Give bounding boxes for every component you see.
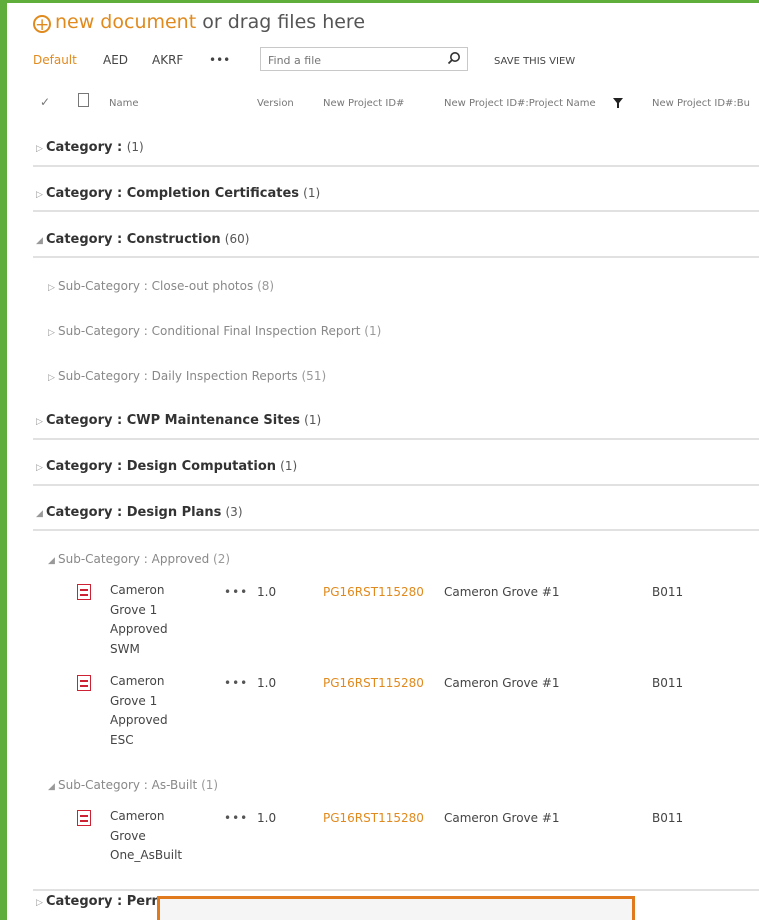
- collapse-icon[interactable]: ◢: [36, 236, 46, 246]
- project-name: Cameron Grove #1: [444, 811, 560, 825]
- divider: [33, 210, 759, 212]
- project-id-link[interactable]: PG16RST115280: [323, 585, 424, 599]
- new-document-link[interactable]: new document: [55, 11, 196, 33]
- filter-icon[interactable]: [613, 98, 623, 108]
- new-document-bar[interactable]: + new document or drag files here: [33, 11, 366, 34]
- file-menu-button[interactable]: •••: [224, 811, 248, 825]
- view-aed[interactable]: AED: [103, 53, 128, 67]
- callout-popup: [157, 896, 635, 920]
- project-id-link[interactable]: PG16RST115280: [323, 811, 424, 825]
- expand-icon[interactable]: ▷: [36, 463, 46, 473]
- file-menu-button[interactable]: •••: [224, 676, 248, 690]
- expand-icon[interactable]: ▷: [48, 328, 58, 338]
- file-name-link[interactable]: Cameron Grove One_AsBuilt: [110, 807, 190, 866]
- column-project-id[interactable]: New Project ID#: [323, 98, 404, 109]
- drag-files-text: or drag files here: [196, 11, 366, 33]
- column-version[interactable]: Version: [257, 98, 294, 109]
- divider: [33, 256, 759, 258]
- subgroup-header[interactable]: ▷ Sub-Category : Close-out photos (8): [48, 279, 274, 293]
- collapse-icon[interactable]: ◢: [48, 556, 58, 566]
- project-bu: B011: [652, 811, 684, 825]
- group-header[interactable]: ▷ Category : Perm: [36, 894, 165, 909]
- column-project-name[interactable]: New Project ID#:Project Name: [444, 98, 596, 109]
- divider: [33, 484, 759, 486]
- expand-icon[interactable]: ▷: [36, 190, 46, 200]
- search-icon[interactable]: [447, 51, 461, 65]
- file-name-link[interactable]: Cameron Grove 1 Approved SWM: [110, 581, 190, 659]
- pdf-file-icon: [77, 810, 91, 826]
- file-version: 1.0: [257, 811, 277, 825]
- pdf-file-icon: [77, 675, 91, 691]
- divider: [33, 529, 759, 531]
- add-icon[interactable]: +: [33, 15, 51, 34]
- group-header[interactable]: ▷ Category : Completion Certificates (1): [36, 186, 320, 201]
- file-type-icon: [78, 93, 89, 107]
- group-header[interactable]: ◢ Category : Construction (60): [36, 232, 249, 247]
- subgroup-header[interactable]: ◢ Sub-Category : As-Built (1): [48, 778, 218, 792]
- divider: [33, 165, 759, 167]
- column-name[interactable]: Name: [109, 98, 139, 109]
- project-id-link[interactable]: PG16RST115280: [323, 676, 424, 690]
- view-akrf[interactable]: AKRF: [152, 53, 183, 67]
- search-box[interactable]: [260, 47, 468, 71]
- group-header[interactable]: ◢ Category : Design Plans (3): [36, 505, 243, 520]
- group-header[interactable]: ▷ Category : CWP Maintenance Sites (1): [36, 413, 321, 428]
- subgroup-header[interactable]: ▷ Sub-Category : Daily Inspection Reports…: [48, 369, 326, 383]
- file-version: 1.0: [257, 585, 277, 599]
- project-name: Cameron Grove #1: [444, 676, 560, 690]
- project-name: Cameron Grove #1: [444, 585, 560, 599]
- pdf-file-icon: [77, 584, 91, 600]
- file-version: 1.0: [257, 676, 277, 690]
- subgroup-header[interactable]: ◢ Sub-Category : Approved (2): [48, 552, 230, 566]
- expand-icon[interactable]: ▷: [36, 898, 46, 908]
- expand-icon[interactable]: ▷: [48, 373, 58, 383]
- column-project-bu[interactable]: New Project ID#:Bu: [652, 98, 750, 109]
- expand-icon[interactable]: ▷: [36, 144, 46, 154]
- document-library: + new document or drag files here Default…: [7, 3, 759, 920]
- group-header[interactable]: ▷ Category : Design Computation (1): [36, 459, 297, 474]
- expand-icon[interactable]: ▷: [36, 417, 46, 427]
- select-all-check-icon[interactable]: ✓: [40, 95, 50, 109]
- subgroup-header[interactable]: ▷ Sub-Category : Conditional Final Inspec…: [48, 324, 381, 338]
- file-name-link[interactable]: Cameron Grove 1 Approved ESC: [110, 672, 190, 750]
- search-input[interactable]: [266, 49, 440, 71]
- more-views-button[interactable]: •••: [209, 53, 230, 67]
- group-header[interactable]: ▷ Category : (1): [36, 140, 144, 155]
- collapse-icon[interactable]: ◢: [36, 509, 46, 519]
- collapse-icon[interactable]: ◢: [48, 782, 58, 792]
- save-view-button[interactable]: SAVE THIS VIEW: [494, 56, 575, 67]
- expand-icon[interactable]: ▷: [48, 283, 58, 293]
- divider: [33, 889, 759, 891]
- view-default[interactable]: Default: [33, 53, 77, 67]
- project-bu: B011: [652, 676, 684, 690]
- file-menu-button[interactable]: •••: [224, 585, 248, 599]
- divider: [33, 438, 759, 440]
- project-bu: B011: [652, 585, 684, 599]
